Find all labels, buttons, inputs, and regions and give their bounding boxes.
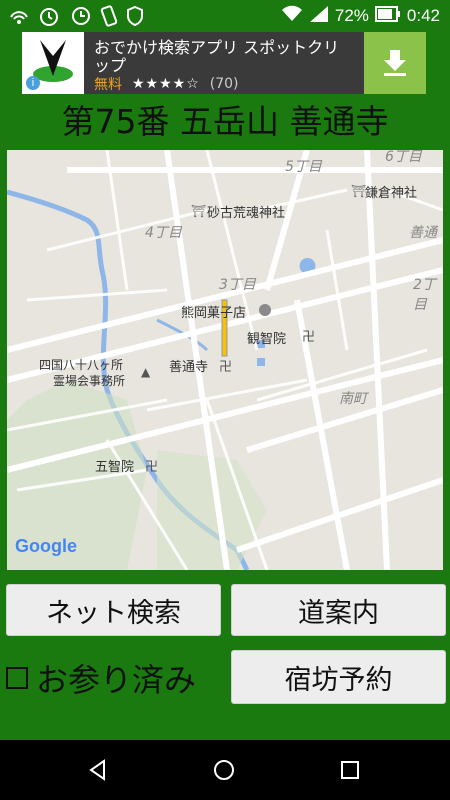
map-label: 2丁目 — [413, 277, 436, 313]
ad-review-count: (70) — [209, 76, 239, 92]
shrine-icon: ⛩ — [351, 184, 367, 198]
wifi-signal-icon — [281, 5, 303, 28]
temple-icon: 卍 — [219, 360, 233, 375]
google-logo: Google — [15, 536, 77, 556]
clock-time: 0:42 — [406, 6, 440, 25]
map-label: 善通 — [409, 225, 437, 241]
navigation-bar — [0, 740, 450, 800]
temple-icon: 卍 — [302, 330, 316, 345]
clock-icon — [70, 5, 92, 27]
recents-icon — [341, 761, 359, 779]
ad-banner[interactable]: i おでかけ検索アプリ スポットクリ ップ 無料 ★★★★☆ (70) — [22, 32, 426, 94]
ad-price: 無料 — [94, 77, 122, 93]
map-label: 善通寺 — [169, 360, 209, 375]
visited-label[interactable]: お参り済み — [36, 655, 196, 701]
battery-icon — [374, 5, 401, 27]
map-label: 四国八十八ヶ所 — [39, 358, 124, 372]
page-title: 第75番 五岳山 善通寺 — [61, 102, 389, 141]
battery-percent: 72% — [334, 6, 369, 25]
ad-rating-stars: ★★★★☆ — [132, 76, 200, 92]
map-label: 鎌倉神社 — [365, 186, 418, 201]
map-label: 砂古荒魂神社 — [207, 206, 286, 221]
visited-checkbox-row[interactable]: お参り済み — [6, 652, 196, 704]
map-label: 6丁目 — [385, 150, 422, 165]
map-label: 霊場会事務所 — [53, 374, 126, 388]
map-label: 観智院 — [247, 332, 287, 347]
visited-checkbox[interactable] — [6, 667, 28, 689]
temple-icon: 卍 — [145, 460, 159, 475]
lodging-reservation-button[interactable]: 宿坊予約 — [231, 650, 446, 704]
wifi-call-icon — [8, 5, 30, 27]
phone-icon — [98, 5, 120, 27]
building-icon: ▲ — [141, 365, 151, 379]
recents-button[interactable] — [332, 752, 368, 788]
map-label: 南町 — [339, 391, 367, 407]
map-label: 3丁目 — [219, 277, 256, 293]
back-button[interactable] — [80, 752, 116, 788]
map-label: 5丁目 — [285, 159, 322, 175]
shrine-icon: ⛩ — [191, 204, 207, 218]
status-bar: 72% 0:42 — [0, 0, 450, 32]
shield-icon — [124, 5, 146, 27]
home-icon — [214, 760, 234, 780]
alarm-icon — [38, 5, 60, 27]
back-icon — [89, 759, 105, 781]
ad-title-line2: ップ — [94, 56, 127, 75]
map-label: 熊岡菓子店 — [181, 306, 247, 321]
net-search-button[interactable]: ネット検索 — [6, 584, 221, 636]
map-label: 五智院 — [95, 460, 135, 475]
ad-title-line1: おでかけ検索アプリ スポットクリ — [94, 38, 340, 57]
map-label: 4丁目 — [145, 225, 182, 241]
download-icon — [384, 50, 406, 76]
shop-icon — [259, 304, 271, 316]
cell-signal-icon — [309, 5, 329, 28]
download-button[interactable] — [364, 32, 426, 94]
ad-info-icon[interactable]: i — [26, 76, 40, 90]
directions-button[interactable]: 道案内 — [231, 584, 446, 636]
home-button[interactable] — [206, 752, 242, 788]
map-view[interactable]: ⛩ ⛩ 卍 卍 ▲ 卍 5丁目 6丁目 鎌倉神社 砂古荒魂神社 4丁目 善通 3… — [7, 150, 443, 570]
